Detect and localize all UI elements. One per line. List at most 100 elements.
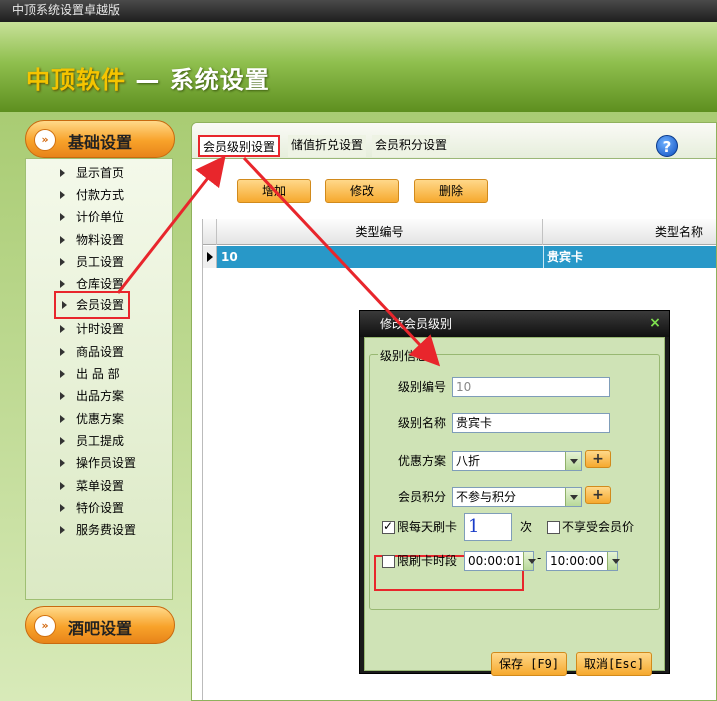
triangle-right-icon	[60, 213, 65, 221]
tab-strip: 会员级别设置 储值折兑设置 会员积分设置 ?	[192, 123, 716, 159]
level-code-field[interactable]: 10	[452, 377, 610, 397]
sidebar-item-label: 服务费设置	[76, 523, 137, 537]
time-start-value: 00:00:01	[468, 554, 522, 568]
no-member-price-checkbox[interactable]	[547, 521, 560, 534]
sidebar-item-staff[interactable]: 员工设置	[52, 252, 136, 272]
sidebar-item-label: 操作员设置	[76, 456, 137, 470]
sidebar-menu: 显示首页 付款方式 计价单位 物料设置 员工设置 仓库设置 会员设置 计时设置 …	[25, 158, 173, 600]
spin-arrow-icon[interactable]	[523, 552, 536, 570]
triangle-right-icon	[60, 370, 65, 378]
sidebar-item-label: 物料设置	[76, 233, 125, 247]
sidebar-item-label: 商品设置	[76, 345, 125, 359]
time-end-value: 10:00:00	[550, 554, 604, 568]
triangle-right-icon	[60, 459, 65, 467]
triangle-right-icon	[60, 504, 65, 512]
time-limit-label: 限刷卡时段	[397, 554, 458, 568]
sidebar-item-materials[interactable]: 物料设置	[52, 230, 136, 250]
triangle-right-icon	[60, 236, 65, 244]
member-points-select[interactable]: 不参与积分	[452, 487, 582, 507]
column-header-type-code[interactable]: 类型编号	[217, 219, 543, 245]
time-limit-checkbox[interactable]	[382, 555, 395, 568]
sidebar-item-label: 优惠方案	[76, 412, 125, 426]
discount-plan-label: 优惠方案	[398, 454, 447, 468]
save-button[interactable]: 保存 [F9]	[491, 652, 567, 676]
dialog-body: 级别信息 级别编号 10 级别名称 贵宾卡 优惠方案 八折 + 会员积分 不参与…	[364, 337, 665, 676]
grid-header: 类型编号 类型名称	[203, 219, 716, 245]
sidebar-item-label: 特价设置	[76, 501, 125, 515]
triangle-right-icon	[60, 325, 65, 333]
sidebar-item-timing[interactable]: 计时设置	[52, 319, 136, 339]
banner-subtitle: — 系统设置	[126, 66, 270, 94]
sidebar-item-label: 员工提成	[76, 434, 125, 448]
sidebar-item-service-fee[interactable]: 服务费设置	[52, 520, 136, 540]
tab-stored-value-discount[interactable]: 储值折兑设置	[288, 135, 367, 157]
group-title: 级别信息	[378, 347, 431, 364]
cell-type-name: 贵宾卡	[547, 250, 584, 264]
member-points-label: 会员积分	[398, 490, 447, 504]
sidebar-item-home[interactable]: 显示首页	[52, 163, 136, 183]
daily-limit-checkbox[interactable]	[382, 519, 395, 534]
add-button[interactable]: 增加	[237, 179, 311, 203]
category-basic-settings-button[interactable]: » 基础设置	[25, 120, 175, 158]
edit-button[interactable]: 修改	[325, 179, 399, 203]
discount-plan-value: 八折	[456, 454, 481, 468]
member-points-value: 不参与积分	[456, 490, 517, 504]
sidebar-item-label: 出品方案	[76, 389, 125, 403]
table-row[interactable]: 10 贵宾卡	[203, 246, 716, 268]
chevron-down-icon[interactable]	[565, 488, 581, 506]
category-basic-label: 基础设置	[68, 133, 133, 152]
triangle-right-icon	[60, 280, 65, 288]
grid-header-indicator	[203, 219, 217, 245]
sidebar-item-label: 菜单设置	[76, 479, 125, 493]
daily-limit-unit: 次	[520, 520, 533, 534]
row-indicator	[203, 246, 217, 268]
sidebar-item-unit[interactable]: 计价单位	[52, 207, 136, 227]
sidebar-item-label: 付款方式	[76, 188, 125, 202]
add-discount-plan-button[interactable]: +	[585, 450, 611, 468]
discount-plan-select[interactable]: 八折	[452, 451, 582, 471]
help-icon[interactable]: ?	[656, 135, 678, 157]
chevron-down-icon[interactable]	[565, 452, 581, 470]
tab-member-points[interactable]: 会员积分设置	[372, 135, 451, 157]
triangle-right-icon	[60, 392, 65, 400]
sidebar-item-output-plan[interactable]: 出品方案	[52, 386, 136, 406]
row-pointer-icon	[207, 252, 213, 262]
toolbar: 增加 修改 删除	[192, 159, 716, 209]
triangle-right-icon	[60, 258, 65, 266]
sidebar-item-member[interactable]: 会员设置	[54, 291, 130, 319]
sidebar-item-operator[interactable]: 操作员设置	[52, 453, 136, 473]
time-separator: -	[537, 551, 542, 565]
spin-arrow-icon[interactable]	[607, 552, 620, 570]
level-name-label: 级别名称	[398, 416, 447, 430]
tab-member-level[interactable]: 会员级别设置	[198, 135, 281, 157]
time-end-input[interactable]: 10:00:00	[546, 551, 620, 571]
sidebar-item-commission[interactable]: 员工提成	[52, 431, 136, 451]
sidebar-item-special-price[interactable]: 特价设置	[52, 498, 136, 518]
category-bar-settings-button[interactable]: » 酒吧设置	[25, 606, 175, 644]
time-start-input[interactable]: 00:00:01	[464, 551, 536, 571]
delete-button[interactable]: 删除	[414, 179, 488, 203]
sidebar-item-label: 出 品 部	[76, 367, 120, 381]
sidebar-item-label: 计时设置	[76, 322, 125, 336]
triangle-right-icon	[60, 191, 65, 199]
sidebar-item-discount-plan[interactable]: 优惠方案	[52, 409, 136, 429]
column-header-type-name[interactable]: 类型名称	[543, 219, 716, 245]
daily-limit-label: 限每天刷卡	[397, 520, 458, 534]
close-icon[interactable]: ×	[647, 314, 663, 332]
edit-member-level-dialog: 修改会员级别 × 级别信息 级别编号 10 级别名称 贵宾卡 优惠方案 八折 +…	[359, 310, 670, 676]
sidebar-item-output-dept[interactable]: 出 品 部	[52, 364, 136, 384]
cell-type-code: 10	[221, 250, 238, 264]
daily-limit-input[interactable]: 1	[464, 513, 512, 541]
sidebar-item-menu[interactable]: 菜单设置	[52, 476, 136, 496]
level-code-label: 级别编号	[398, 380, 447, 394]
triangle-right-icon	[62, 301, 67, 309]
cancel-button[interactable]: 取消[Esc]	[576, 652, 652, 676]
triangle-right-icon	[60, 169, 65, 177]
double-chevron-right-icon: »	[34, 615, 56, 637]
add-points-button[interactable]: +	[585, 486, 611, 504]
category-bar-label: 酒吧设置	[68, 619, 133, 638]
sidebar-item-products[interactable]: 商品设置	[52, 342, 136, 362]
level-name-field[interactable]: 贵宾卡	[452, 413, 610, 433]
double-chevron-right-icon: »	[34, 129, 56, 151]
sidebar-item-payment[interactable]: 付款方式	[52, 185, 136, 205]
